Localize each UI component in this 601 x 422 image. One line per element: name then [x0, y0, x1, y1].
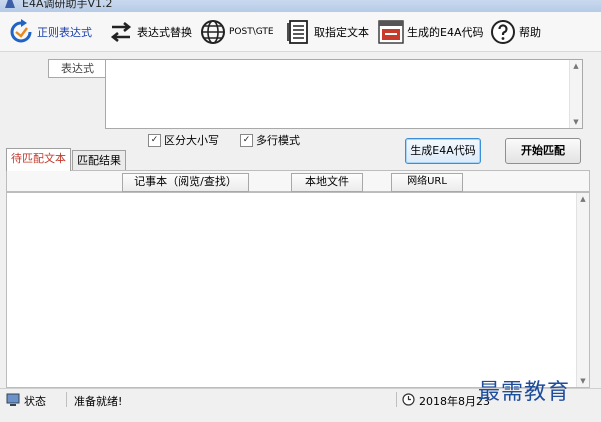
code-window-icon — [378, 20, 404, 44]
watermark-text: 最需教育 — [478, 380, 571, 405]
status-label: 状态 — [24, 395, 46, 408]
scroll-up-icon[interactable]: ▲ — [570, 60, 582, 72]
case-sensitive-checkbox[interactable]: ✓ 区分大小写 — [148, 132, 219, 148]
toolbar-extract-label: 取指定文本 — [314, 26, 369, 39]
status-message: 准备就绪! — [74, 395, 123, 408]
multiline-label: 多行模式 — [256, 134, 300, 147]
generate-code-button[interactable]: 生成E4A代码 — [405, 138, 481, 164]
notepad-button[interactable]: 记事本（阅览/查找） — [122, 173, 249, 192]
multiline-checkbox[interactable]: ✓ 多行模式 — [240, 132, 300, 148]
window-title: E4A调研助手V1.2 — [22, 0, 113, 10]
title-bar: E4A调研助手V1.2 — [0, 0, 601, 12]
scroll-up-icon[interactable]: ▲ — [577, 193, 589, 205]
toolbar-regex-button[interactable]: 正则表达式 — [8, 17, 92, 47]
source-toolbar: 记事本（阅览/查找） 本地文件 网络URL — [6, 170, 590, 192]
case-sensitive-label: 区分大小写 — [164, 134, 219, 147]
tab-match-results[interactable]: 匹配结果 — [72, 150, 126, 170]
local-file-button[interactable]: 本地文件 — [291, 173, 363, 192]
status-divider — [396, 392, 397, 407]
globe-icon — [201, 20, 225, 44]
expression-label: 表达式 — [48, 59, 106, 78]
toolbar-help-button[interactable]: 帮助 — [490, 17, 541, 47]
status-computer-icon — [6, 393, 20, 406]
toolbar-replace-label: 表达式替换 — [137, 26, 192, 39]
swap-arrows-icon — [110, 21, 132, 43]
clock-icon — [402, 393, 415, 406]
toolbar-extract-button[interactable]: 取指定文本 — [285, 17, 369, 47]
expression-input[interactable]: ▲ ▼ — [105, 59, 583, 129]
toolbar-regex-label: 正则表达式 — [37, 26, 92, 39]
text-area[interactable]: ▲ ▼ — [6, 192, 590, 388]
status-divider — [66, 392, 67, 407]
toolbar-replace-button[interactable]: 表达式替换 — [108, 17, 192, 47]
app-icon — [5, 0, 15, 8]
toolbar: 正则表达式 表达式替换 POST\GTE 取指定文本 生成的E4A代码 帮助 — [0, 12, 601, 52]
document-lines-icon — [287, 20, 308, 44]
toolbar-code-label: 生成的E4A代码 — [407, 26, 484, 39]
toolbar-post-label: POST\GTE — [229, 27, 274, 37]
toolbar-post-button[interactable]: POST\GTE — [200, 17, 274, 47]
text-area-scrollbar[interactable]: ▲ ▼ — [576, 193, 589, 387]
scroll-down-icon[interactable]: ▼ — [570, 116, 582, 128]
tab-pending-text[interactable]: 待匹配文本 — [6, 148, 71, 171]
expression-scrollbar[interactable]: ▲ ▼ — [569, 60, 582, 128]
help-circle-icon — [491, 20, 515, 44]
start-match-button[interactable]: 开始匹配 — [505, 138, 581, 164]
network-url-button[interactable]: 网络URL — [391, 173, 463, 192]
regex-refresh-icon — [10, 19, 32, 43]
toolbar-code-button[interactable]: 生成的E4A代码 — [378, 17, 483, 47]
toolbar-help-label: 帮助 — [519, 26, 541, 39]
scroll-down-icon[interactable]: ▼ — [577, 375, 589, 387]
checkbox-checked-icon: ✓ — [148, 133, 161, 147]
checkbox-checked-icon: ✓ — [240, 133, 253, 147]
